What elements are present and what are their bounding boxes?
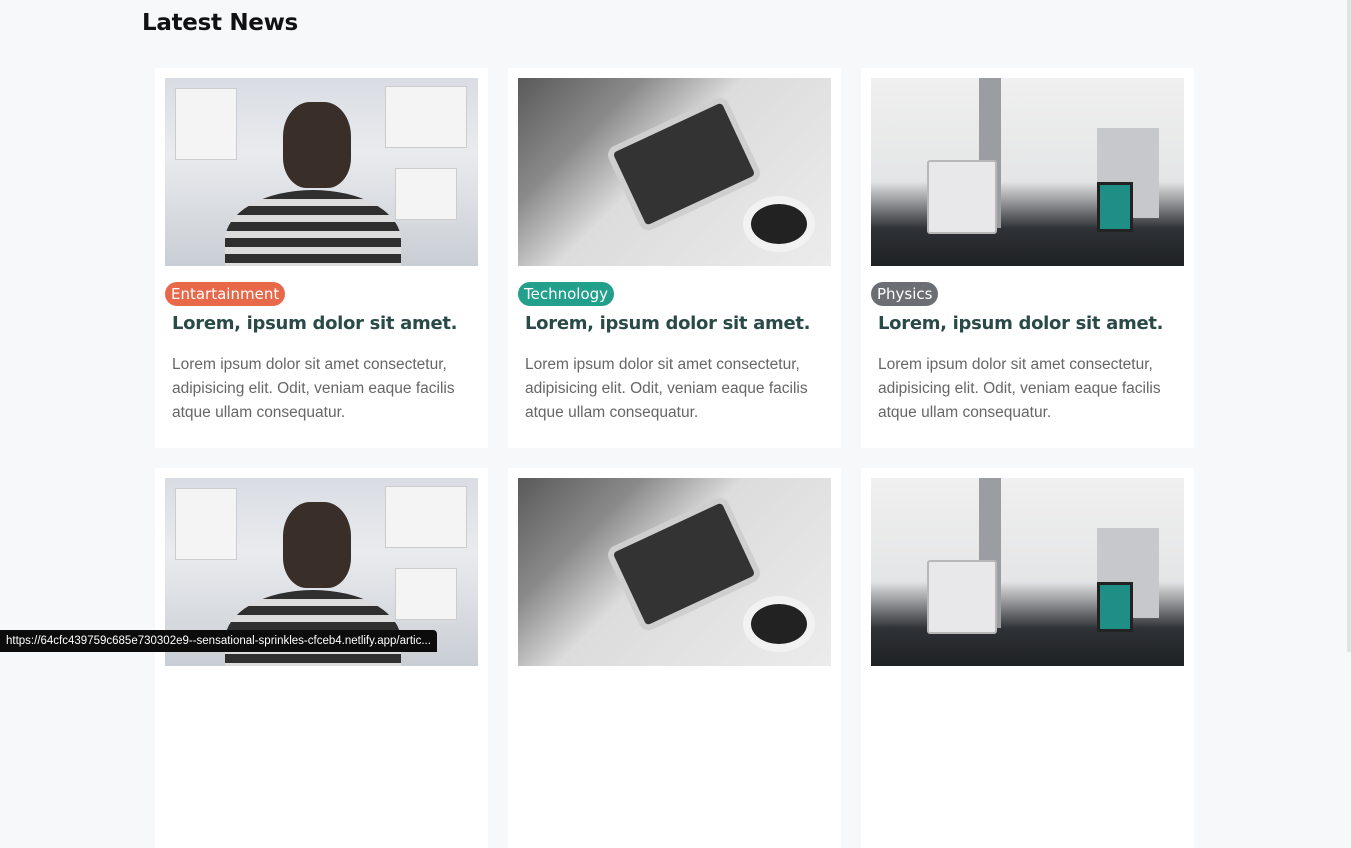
article-excerpt: Lorem ipsum dolor sit amet consectetur, … [172, 356, 455, 421]
article-card[interactable]: Technology Lorem, ipsum dolor sit amet. Lo… [508, 68, 841, 448]
category-tag[interactable]: Technology [518, 282, 615, 306]
article-title[interactable]: Lorem, ipsum dolor sit amet. [878, 313, 1164, 334]
article-excerpt: Lorem ipsum dolor sit amet consectetur, … [525, 356, 808, 421]
scrollbar[interactable] [1347, 0, 1351, 652]
category-tag[interactable]: Entartainment [165, 282, 286, 306]
article-excerpt: Lorem ipsum dolor sit amet consectetur, … [878, 356, 1161, 421]
article-title[interactable]: Lorem, ipsum dolor sit amet. [172, 313, 458, 334]
article-card[interactable] [861, 468, 1194, 848]
article-image[interactable] [518, 478, 831, 666]
article-image[interactable] [871, 78, 1184, 266]
article-card[interactable] [508, 468, 841, 848]
category-tag[interactable]: Physics [871, 282, 939, 306]
article-card[interactable]: Entartainment Lorem, ipsum dolor sit amet… [155, 68, 488, 448]
section-title: Latest News [142, 10, 298, 36]
article-image[interactable] [518, 78, 831, 266]
status-bar-url: https://64cfc439759c685e730302e9--sensat… [0, 630, 437, 652]
article-card[interactable] [155, 468, 488, 848]
article-card[interactable]: Physics Lorem, ipsum dolor sit amet. Lorem… [861, 68, 1194, 448]
article-image[interactable] [165, 78, 478, 266]
article-image[interactable] [871, 478, 1184, 666]
article-title[interactable]: Lorem, ipsum dolor sit amet. [525, 313, 811, 334]
